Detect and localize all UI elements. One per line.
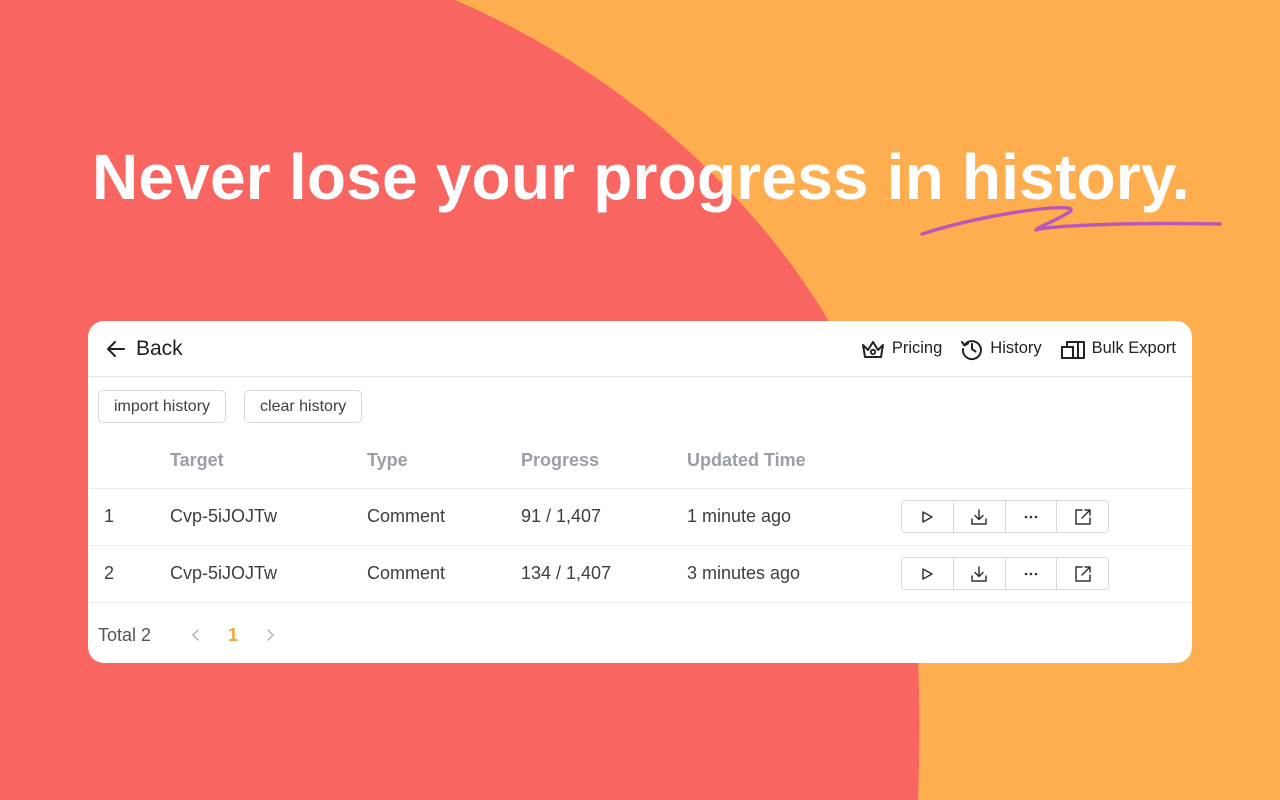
prev-page-button[interactable] <box>181 628 211 642</box>
download-button[interactable] <box>953 558 1006 589</box>
column-header-type: Type <box>367 450 408 471</box>
row-target: Cvp-5iJOJTw <box>170 563 278 583</box>
open-external-button[interactable] <box>1057 558 1108 589</box>
underline-squiggle <box>920 206 1222 236</box>
row-index: 2 <box>104 563 115 583</box>
total-count: Total 2 <box>98 624 152 645</box>
top-bar: Back Pricing History Bulk Export <box>88 321 1192 377</box>
crown-icon <box>861 340 884 358</box>
bulk-export-icon <box>1060 340 1085 359</box>
row-actions <box>901 488 1192 545</box>
arrow-left-icon <box>107 340 125 357</box>
row-progress: 134 / 1,407 <box>521 563 612 583</box>
clear-history-button[interactable]: clear history <box>244 390 363 423</box>
play-icon <box>922 510 934 523</box>
chevron-left-icon <box>192 629 199 641</box>
column-header-actions <box>901 434 1192 488</box>
download-icon <box>971 508 987 525</box>
pricing-label: Pricing <box>891 339 943 357</box>
pricing-link[interactable]: Pricing <box>860 338 942 360</box>
row-index: 1 <box>104 506 115 526</box>
history-label: History <box>990 339 1042 357</box>
bulk-export-link[interactable]: Bulk Export <box>1060 338 1176 360</box>
row-target: Cvp-5iJOJTw <box>170 506 278 526</box>
play-icon <box>922 567 934 580</box>
table-header-row: Target Type Progress Updated Time <box>88 434 1192 488</box>
column-header-target: Target <box>170 450 224 471</box>
row-action-group <box>901 500 1109 533</box>
row-type: Comment <box>367 506 446 526</box>
open-external-button[interactable] <box>1057 501 1108 532</box>
row-actions <box>901 545 1192 602</box>
more-icon <box>1024 515 1038 518</box>
open-external-icon <box>1074 508 1091 525</box>
top-nav: Pricing History Bulk Export <box>860 337 1176 361</box>
table-row: 1 Cvp-5iJOJTw Comment 91 / 1,407 1 minut… <box>88 488 1192 545</box>
history-actions: import history clear history <box>88 377 1192 434</box>
column-header-progress: Progress <box>521 450 600 471</box>
more-button[interactable] <box>1005 501 1058 532</box>
column-header-index <box>88 434 170 488</box>
import-history-button[interactable]: import history <box>98 390 227 423</box>
history-table: Target Type Progress Updated Time 1 Cvp-… <box>88 434 1192 603</box>
more-button[interactable] <box>1005 558 1058 589</box>
table-row: 2 Cvp-5iJOJTw Comment 134 / 1,407 3 minu… <box>88 545 1192 602</box>
chevron-right-icon <box>267 629 274 641</box>
play-button[interactable] <box>902 558 954 589</box>
history-link[interactable]: History <box>960 337 1042 361</box>
history-panel: Back Pricing History Bulk Export import … <box>88 321 1192 663</box>
download-icon <box>971 565 987 582</box>
bulk-export-label: Bulk Export <box>1091 339 1176 357</box>
next-page-button[interactable] <box>255 628 285 642</box>
column-header-updated-time: Updated Time <box>687 450 806 471</box>
back-label: Back <box>136 336 183 360</box>
row-type: Comment <box>367 563 446 583</box>
pagination: Total 2 1 <box>88 603 1192 664</box>
history-icon <box>961 339 983 360</box>
more-icon <box>1024 572 1038 575</box>
download-button[interactable] <box>953 501 1006 532</box>
page-number[interactable]: 1 <box>211 625 255 646</box>
row-progress: 91 / 1,407 <box>521 506 602 526</box>
row-updated-time: 3 minutes ago <box>687 563 801 583</box>
row-action-group <box>901 557 1109 590</box>
open-external-icon <box>1074 565 1091 582</box>
play-button[interactable] <box>902 501 954 532</box>
row-updated-time: 1 minute ago <box>687 506 792 526</box>
back-button[interactable]: Back <box>106 337 183 361</box>
